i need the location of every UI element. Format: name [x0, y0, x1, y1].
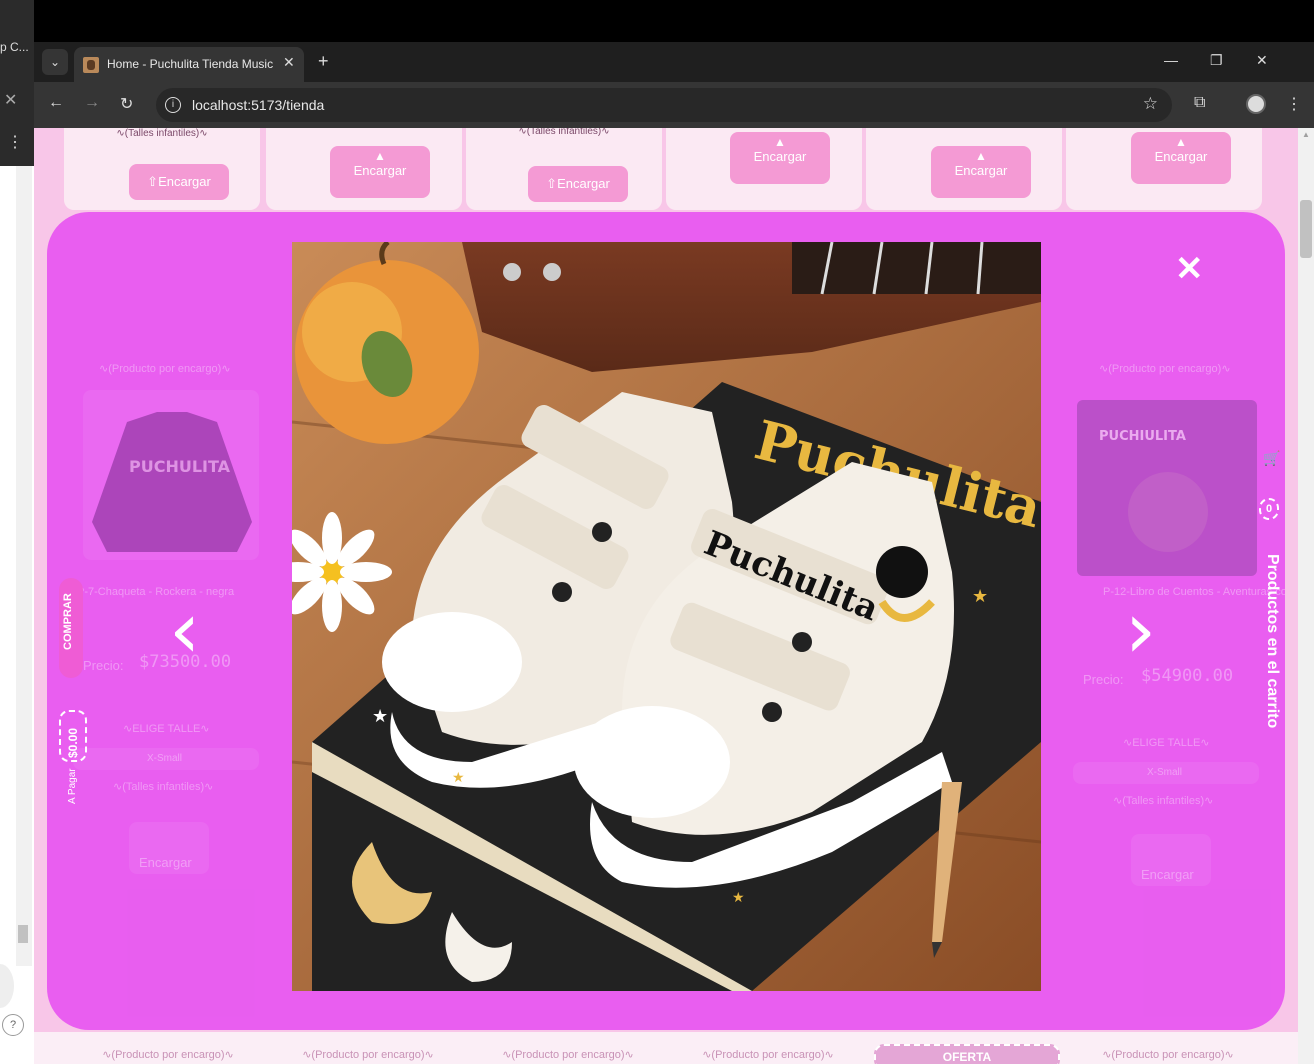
background-window-title: p C... — [0, 40, 29, 54]
tab-list-button[interactable]: ⌄ — [42, 49, 68, 75]
svg-text:PUCHIULITA: PUCHIULITA — [1099, 429, 1186, 444]
encargar-button[interactable]: ▲ Encargar — [931, 146, 1031, 198]
reload-button[interactable]: ↻ — [120, 94, 133, 114]
background-window-scroll-thumb[interactable] — [18, 925, 28, 943]
shoes-illustration: Puchulita Puchulita — [292, 242, 1041, 991]
cart-label: Productos en el carrito — [1264, 554, 1281, 729]
size-note: ∿(Talles infantiles)∿ — [116, 128, 208, 139]
product-card: ∿(Talles infantiles)∿ ⇧Encargar — [466, 128, 662, 210]
oferta-badge: OFERTA — [874, 1044, 1060, 1064]
encargar-label: Encargar — [1141, 867, 1194, 882]
minimize-button[interactable]: — — [1164, 52, 1178, 68]
encargo-label: ∿(Producto por encargo)∿ — [302, 1049, 434, 1061]
encargo-label: ∿(Producto por encargo)∿ — [102, 1049, 234, 1061]
encargar-label: Encargar — [139, 855, 192, 870]
window-close-button[interactable]: ✕ — [1256, 52, 1268, 69]
svg-text:★: ★ — [372, 706, 388, 726]
encargo-label: ∿(Producto por encargo)∿ — [1099, 363, 1231, 375]
maximize-button[interactable]: ❐ — [1210, 52, 1223, 69]
next-image-arrow[interactable]: › — [1125, 592, 1156, 670]
encargo-label: ∿(Producto por encargo)∿ — [99, 363, 231, 375]
price-label: Precio: — [83, 658, 124, 673]
tab-active[interactable]: Home - Puchulita Tienda Music ✕ — [74, 47, 304, 82]
product-row-bottom: ∿(Producto por encargo)∿ ∿(Producto por … — [34, 1032, 1298, 1064]
cart-tab[interactable]: 🛒 0 Productos en el carrito — [1257, 432, 1283, 752]
url-text[interactable]: localhost:5173/tienda — [192, 97, 324, 113]
size-heading: ∿ELIGE TALLE∿ — [123, 723, 210, 735]
browser-toolbar: ← → ↻ i localhost:5173/tienda ☆ ⧉ ⋮ — [34, 82, 1314, 128]
tab-strip: ⌄ Home - Puchulita Tienda Music ✕ + — ❐ … — [34, 42, 1314, 82]
encargar-button[interactable]: ▲ Encargar — [730, 132, 830, 184]
product-card: ∿(Talles infantiles)∿ ⇧Encargar — [64, 128, 260, 210]
favicon-icon — [83, 57, 99, 73]
upload-icon: ▲ — [1175, 135, 1187, 149]
encargo-label: ∿(Producto por encargo)∿ — [702, 1049, 834, 1061]
encargar-button[interactable]: ▲ Encargar — [330, 146, 430, 198]
svg-text:★: ★ — [972, 586, 988, 606]
total-amount: $0.00 — [66, 727, 80, 758]
encargar-button[interactable]: ⇧Encargar — [528, 166, 628, 202]
scroll-thumb[interactable] — [1300, 200, 1312, 258]
product-card: ▲ Encargar — [1066, 128, 1262, 210]
image-viewer-overlay: ∿(Producto por encargo)∿ PUCHULITA P-7-C… — [47, 212, 1285, 1030]
browser-menu-icon[interactable]: ⋮ — [1286, 94, 1302, 114]
help-icon[interactable]: ? — [2, 1014, 24, 1036]
product-name: P-7-Chaqueta - Rockera - negra — [77, 586, 235, 598]
back-button[interactable]: ← — [48, 94, 64, 112]
browser-chrome: ⌄ Home - Puchulita Tienda Music ✕ + — ❐ … — [34, 0, 1314, 128]
size-value: X-Small — [147, 753, 183, 764]
product-card: ▲ Encargar — [866, 128, 1062, 210]
svg-text:★: ★ — [452, 769, 465, 785]
product-image: Puchulita Puchulita — [292, 242, 1041, 991]
background-window-scrollbar[interactable] — [16, 166, 32, 966]
extensions-icon[interactable]: ⧉ — [1194, 94, 1205, 112]
book-image: PUCHIULITA — [1077, 400, 1257, 576]
profile-avatar[interactable] — [1246, 94, 1266, 114]
size-note: ∿(Talles infantiles)∿ — [1113, 795, 1214, 807]
product-card: ▲ Encargar — [266, 128, 462, 210]
cart-icon: 🛒 — [1263, 450, 1281, 466]
prev-image-arrow[interactable]: ‹ — [169, 592, 200, 670]
forward-button[interactable]: → — [84, 94, 100, 112]
pay-label: A Pagar — [67, 768, 78, 804]
upload-icon: ▲ — [774, 135, 786, 149]
size-note: ∿(Talles infantiles)∿ — [518, 128, 610, 137]
size-value: X-Small — [1147, 767, 1183, 778]
product-card: ▲ Encargar — [666, 128, 862, 210]
cart-count-badge: 0 — [1259, 498, 1279, 520]
new-tab-button[interactable]: + — [318, 51, 329, 72]
close-viewer-button[interactable]: ✕ — [1175, 252, 1204, 286]
menu-icon[interactable]: ⋮ — [7, 132, 23, 152]
size-heading: ∿ELIGE TALLE∿ — [1123, 737, 1210, 749]
tab-close-icon[interactable]: ✕ — [283, 54, 295, 71]
encargo-label: ∿(Producto por encargo)∿ — [1102, 1049, 1234, 1061]
size-note: ∿(Talles infantiles)∿ — [113, 781, 214, 793]
svg-text:PUCHULITA: PUCHULITA — [129, 457, 231, 476]
encargar-button[interactable]: ⇧Encargar — [129, 164, 229, 200]
upload-icon: ▲ — [975, 149, 987, 163]
comprar-label: COMPRAR — [62, 593, 74, 650]
background-window: p C... ✕ ⋮ ? — [0, 0, 34, 1064]
encargo-label: ∿(Producto por encargo)∿ — [502, 1049, 634, 1061]
page-scrollbar[interactable]: ▲ — [1298, 128, 1314, 1064]
close-icon[interactable]: ✕ — [4, 90, 17, 110]
upload-icon: ▲ — [374, 149, 386, 163]
scroll-up-icon[interactable]: ▲ — [1302, 130, 1310, 139]
jacket-image: PUCHULITA — [92, 412, 252, 552]
screen-top-bar — [34, 0, 1314, 42]
comprar-tab[interactable]: COMPRAR — [59, 578, 83, 678]
tab-title: Home - Puchulita Tienda Music — [107, 57, 274, 71]
price-label: Precio: — [1083, 672, 1124, 687]
bookmark-star-icon[interactable]: ☆ — [1143, 94, 1158, 114]
site-info-icon[interactable]: i — [165, 97, 181, 113]
address-bar[interactable]: i localhost:5173/tienda ☆ — [156, 88, 1172, 122]
encargar-button[interactable]: ▲ Encargar — [1131, 132, 1231, 184]
svg-text:★: ★ — [732, 889, 745, 905]
total-badge: $0.00 — [59, 710, 87, 762]
